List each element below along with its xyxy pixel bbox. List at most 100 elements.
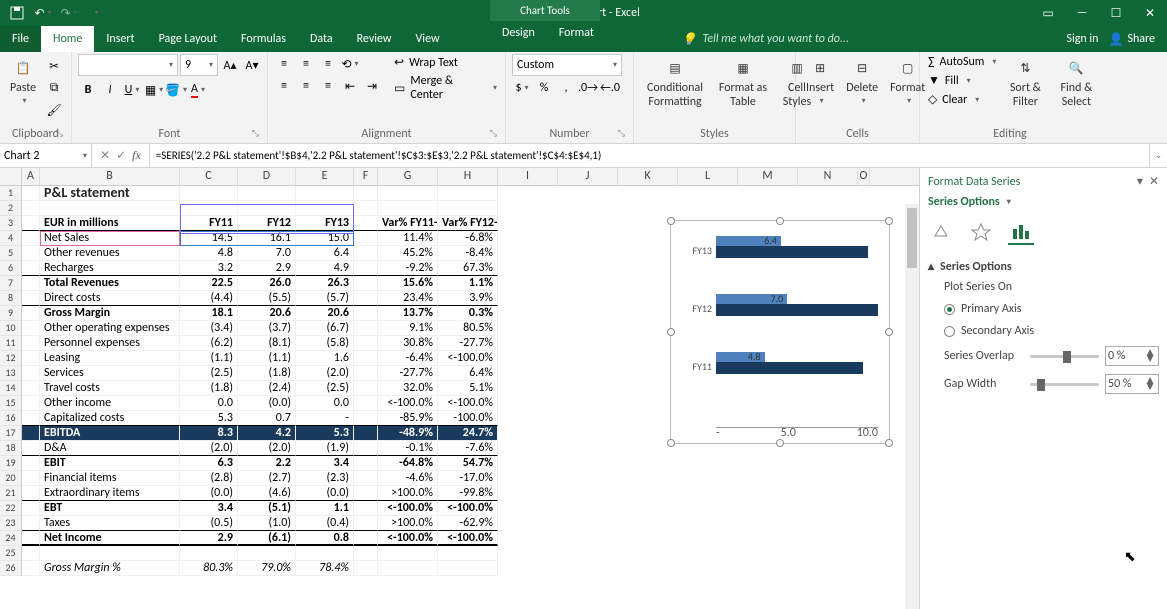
cell[interactable] [22, 261, 40, 276]
cell[interactable] [22, 216, 40, 231]
cell[interactable] [22, 456, 40, 471]
row-header[interactable]: 17 [0, 426, 22, 441]
col-header[interactable]: E [296, 168, 354, 185]
cell[interactable]: -85.9% [378, 411, 438, 426]
fill-color-icon[interactable]: 🪣▾ [166, 80, 186, 100]
align-center-icon[interactable]: ≡ [296, 76, 316, 96]
clipboard-dialog-launcher-icon[interactable]: ⤡ [56, 128, 63, 139]
cell[interactable] [22, 351, 40, 366]
cell[interactable]: (5.7) [296, 291, 354, 306]
tab-view[interactable]: View [404, 26, 452, 52]
cell[interactable] [22, 231, 40, 246]
cell[interactable] [22, 306, 40, 321]
cell[interactable]: 2.2 [238, 456, 296, 471]
cell[interactable] [354, 336, 378, 351]
col-header[interactable]: J [558, 168, 618, 185]
cell[interactable]: FY11 [180, 216, 238, 231]
cell[interactable] [354, 201, 378, 216]
cell[interactable]: (6.2) [180, 336, 238, 351]
tab-format[interactable]: Format [547, 26, 606, 40]
cell[interactable]: (2.3) [296, 471, 354, 486]
cell[interactable] [354, 216, 378, 231]
cell[interactable] [22, 366, 40, 381]
cell[interactable]: 78.4% [296, 561, 354, 576]
cell[interactable]: - [296, 411, 354, 426]
cell[interactable] [22, 486, 40, 501]
grid-row[interactable]: 26Gross Margin %80.3%79.0%78.4% [0, 561, 919, 576]
series-overlap-slider[interactable] [1030, 355, 1099, 358]
row-header[interactable]: 1 [0, 186, 22, 201]
chart-resize-handle[interactable] [885, 328, 893, 336]
secondary-axis-radio[interactable]: Secondary Axis [944, 324, 1159, 338]
cell[interactable]: 7.0 [238, 246, 296, 261]
cell[interactable] [296, 201, 354, 216]
cell[interactable]: (2.5) [180, 366, 238, 381]
cell[interactable]: 6.4 [296, 246, 354, 261]
align-bottom-icon[interactable]: ≡ [318, 54, 338, 74]
cell[interactable]: 18.1 [180, 306, 238, 321]
row-header[interactable]: 6 [0, 261, 22, 276]
cell[interactable] [354, 516, 378, 531]
borders-icon[interactable]: ▦▾ [144, 80, 164, 100]
cell[interactable]: <-100.0% [438, 351, 498, 366]
cell[interactable] [238, 201, 296, 216]
row-header[interactable]: 11 [0, 336, 22, 351]
cell[interactable] [180, 546, 238, 561]
cell[interactable]: D&A [40, 441, 180, 456]
primary-axis-radio[interactable]: Primary Axis [944, 302, 1159, 316]
row-header[interactable]: 14 [0, 381, 22, 396]
select-all-corner[interactable] [0, 168, 22, 185]
maximize-button[interactable]: ☐ [1099, 0, 1133, 26]
find-select-button[interactable]: 🔍Find & Select [1052, 54, 1100, 111]
clear-button[interactable]: ◇Clear▾ [926, 91, 998, 108]
series-overlap-input[interactable]: 0 %▲▼ [1105, 346, 1159, 366]
cell[interactable]: FY13 [296, 216, 354, 231]
cell[interactable] [354, 411, 378, 426]
cell[interactable]: <-100.0% [438, 396, 498, 411]
task-pane-subtitle[interactable]: Series Options [928, 195, 1000, 209]
grid-row[interactable]: 19EBIT6.32.23.4-64.8%54.7% [0, 456, 919, 471]
cell[interactable]: (2.0) [180, 441, 238, 456]
cell[interactable]: 26.0 [238, 276, 296, 291]
cell[interactable]: Var% FY11-FY12 [378, 216, 438, 231]
cell[interactable] [354, 501, 378, 516]
cell[interactable]: (0.0) [238, 396, 296, 411]
font-name-combo[interactable]: ▾ [78, 54, 178, 76]
row-header[interactable]: 15 [0, 396, 22, 411]
cell[interactable]: (3.4) [180, 321, 238, 336]
cell[interactable]: Recharges [40, 261, 180, 276]
cell[interactable]: Leasing [40, 351, 180, 366]
cell[interactable]: (5.1) [238, 501, 296, 516]
grid-row[interactable]: 25 [0, 546, 919, 561]
cell[interactable]: Direct costs [40, 291, 180, 306]
increase-decimal-icon[interactable]: .0→ [578, 78, 598, 98]
undo-icon[interactable]: ↶▾ [34, 4, 52, 22]
format-as-table-button[interactable]: ▦Format as Table [714, 54, 772, 111]
font-dialog-launcher-icon[interactable]: ⤡ [252, 128, 259, 139]
cell[interactable]: FY12 [238, 216, 296, 231]
cell[interactable] [238, 186, 296, 201]
cell[interactable] [378, 546, 438, 561]
cell[interactable] [22, 411, 40, 426]
cell[interactable]: (2.8) [180, 471, 238, 486]
cell[interactable]: -64.8% [378, 456, 438, 471]
cell[interactable] [22, 291, 40, 306]
align-right-icon[interactable]: ≡ [318, 76, 338, 96]
font-color-icon[interactable]: A▾ [188, 80, 208, 100]
cell[interactable]: 0.0 [180, 396, 238, 411]
qat-customize-icon[interactable]: ▾ [86, 4, 104, 22]
cell[interactable]: 0.8 [296, 531, 354, 546]
cell[interactable]: (6.7) [296, 321, 354, 336]
cell[interactable] [354, 306, 378, 321]
cell[interactable]: EUR in millions [40, 216, 180, 231]
cell[interactable] [22, 426, 40, 441]
cell[interactable]: >100.0% [378, 516, 438, 531]
cell[interactable] [354, 291, 378, 306]
cell[interactable]: (2.0) [296, 366, 354, 381]
scrollbar-thumb[interactable] [907, 208, 917, 268]
cell[interactable]: 3.2 [180, 261, 238, 276]
orientation-icon[interactable]: ⟲▾ [340, 54, 360, 74]
cut-icon[interactable]: ✂ [44, 56, 64, 76]
cell[interactable]: Services [40, 366, 180, 381]
cell[interactable] [22, 186, 40, 201]
